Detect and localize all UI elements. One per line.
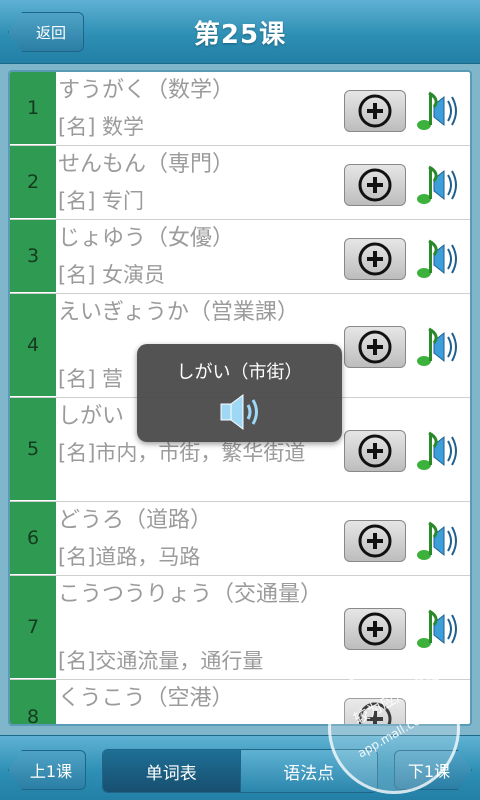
word-text: どうろ（道路）	[58, 508, 213, 533]
tab-vocabulary[interactable]: 单词表	[103, 750, 240, 792]
page-title: 第25课	[193, 20, 287, 50]
plus-circle-icon	[358, 524, 392, 558]
row-number: 3	[10, 220, 56, 293]
word-text: じょゆう（女優）	[58, 226, 235, 251]
prev-lesson-button[interactable]: 上1课	[8, 750, 86, 790]
add-word-button[interactable]	[344, 430, 406, 472]
pronunciation-popup: しがい（市街）	[137, 344, 342, 442]
meaning-text: [名] 女演员	[58, 263, 166, 287]
popup-word: しがい（市街）	[176, 362, 303, 383]
play-sound-icon[interactable]	[414, 603, 462, 653]
list-item[interactable]: 2 せんもん（専門） [名] 专门	[10, 146, 470, 220]
word-text: えいぎょうか（営業課）	[58, 300, 299, 325]
meaning-text: [名] 专门	[58, 189, 145, 213]
word-text: こうつうりょう（交通量）	[58, 582, 323, 607]
top-bar: 返回 第25课	[0, 0, 480, 64]
word-text: くうこう（空港）	[58, 686, 234, 711]
add-word-button[interactable]	[344, 520, 406, 562]
row-number: 6	[10, 502, 56, 575]
row-number: 4	[10, 294, 56, 397]
plus-circle-icon	[358, 434, 392, 468]
play-sound-icon[interactable]	[414, 233, 462, 283]
add-word-button[interactable]	[344, 326, 406, 368]
word-text: すうがく（数学）	[58, 78, 235, 103]
speaker-icon	[220, 394, 258, 430]
meaning-text: [名]市内，市街，繁华街道	[58, 441, 306, 465]
meaning-text: [名]交通流量，通行量	[58, 649, 264, 673]
plus-circle-icon	[358, 330, 392, 364]
add-word-button[interactable]	[344, 608, 406, 650]
watermark-logo: 较为应用市场 app.mall.com	[328, 662, 460, 794]
plus-circle-icon	[358, 612, 392, 646]
play-sound-icon[interactable]	[414, 425, 462, 475]
back-button[interactable]: 返回	[8, 12, 84, 52]
add-word-button[interactable]	[344, 238, 406, 280]
row-number: 1	[10, 72, 56, 145]
play-sound-icon[interactable]	[414, 85, 462, 135]
row-number: 5	[10, 398, 56, 501]
list-item[interactable]: 1 すうがく（数学） [名] 数学	[10, 72, 470, 146]
list-item[interactable]: 3 じょゆう（女優） [名] 女演员	[10, 220, 470, 294]
add-word-button[interactable]	[344, 90, 406, 132]
row-number: 8	[10, 680, 56, 724]
play-sound-icon[interactable]	[414, 515, 462, 565]
meaning-text: [名]道路，马路	[58, 545, 201, 569]
list-item[interactable]: 6 どうろ（道路） [名]道路，马路	[10, 502, 470, 576]
word-text: せんもん（専門）	[58, 152, 235, 177]
plus-circle-icon	[358, 94, 392, 128]
play-sound-icon[interactable]	[414, 159, 462, 209]
play-sound-icon[interactable]	[414, 321, 462, 371]
plus-circle-icon	[358, 168, 392, 202]
row-number: 2	[10, 146, 56, 219]
add-word-button[interactable]	[344, 164, 406, 206]
row-number: 7	[10, 576, 56, 679]
meaning-text: [名] 数学	[58, 115, 145, 139]
plus-circle-icon	[358, 242, 392, 276]
